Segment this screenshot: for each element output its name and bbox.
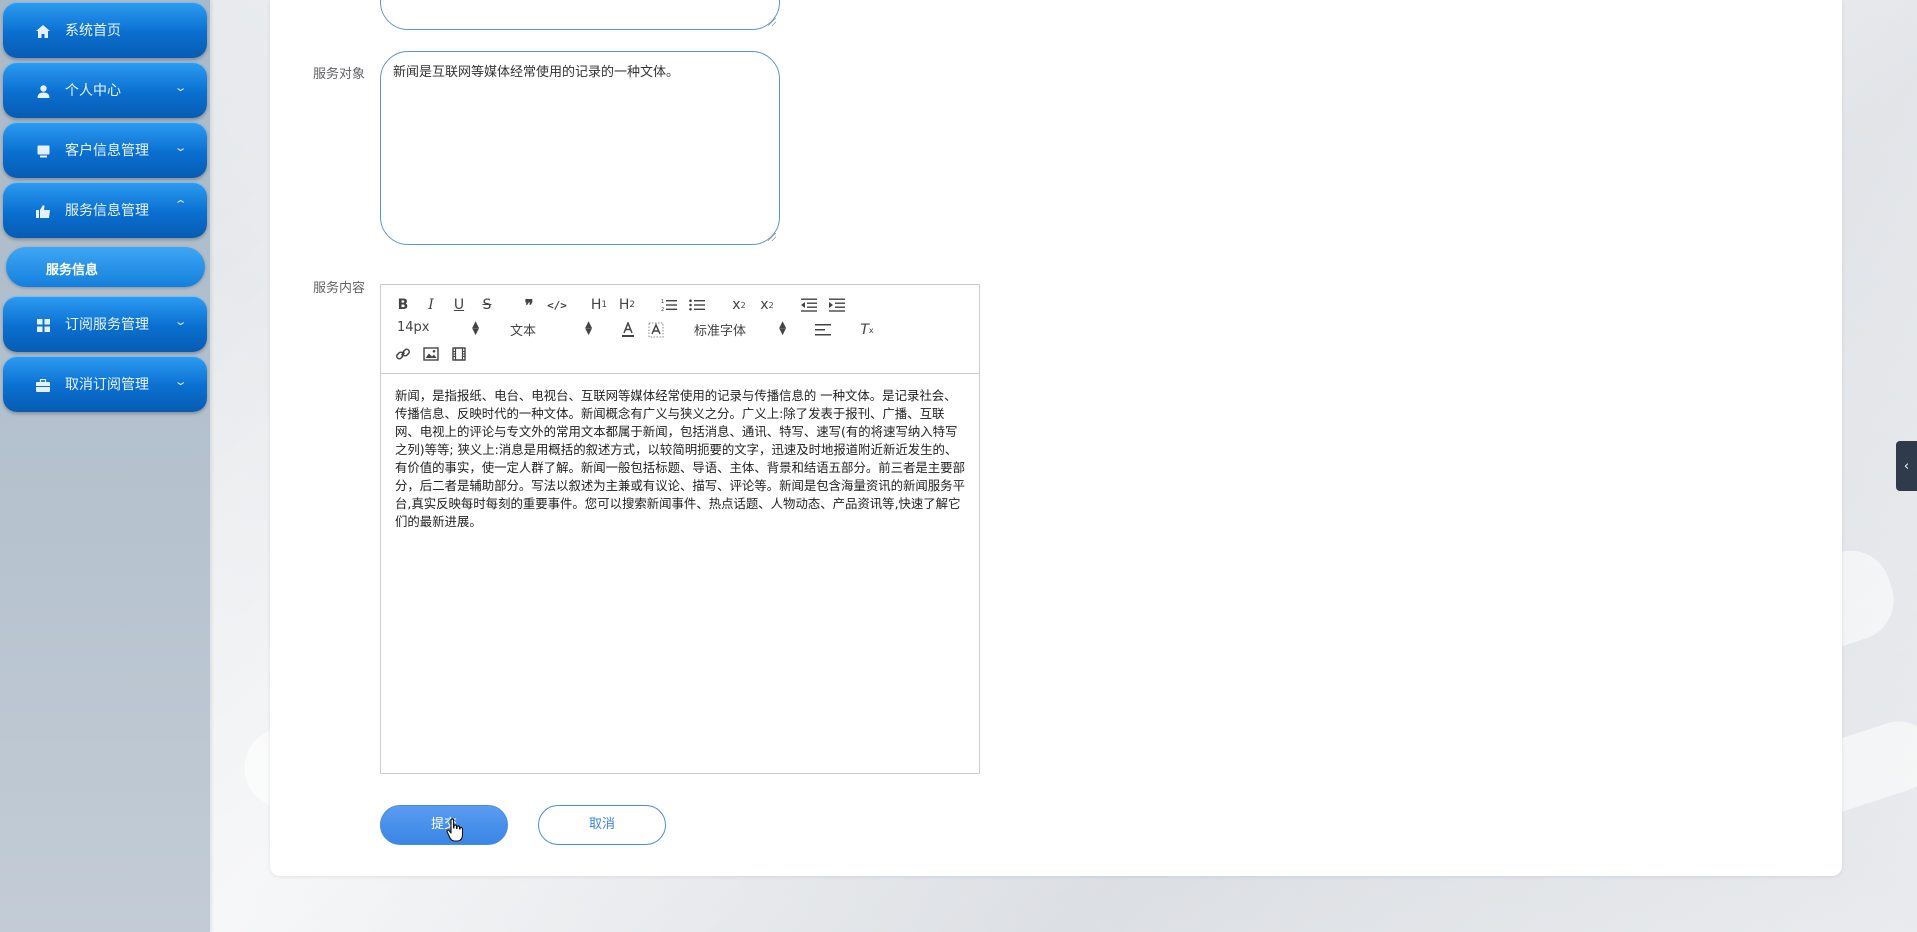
subscript-icon[interactable]: x2 [728,295,750,315]
font-size-value: 14px [397,320,430,335]
font-family-value: 标准字体 [694,324,747,339]
sidebar-item-label: 系统首页 [65,23,121,39]
ordered-list-icon[interactable]: 12 [658,295,680,315]
chevron-down-icon: ⌄ [173,81,188,94]
thumbs-up-icon [35,203,51,219]
text-color-icon[interactable] [617,320,639,340]
sidebar-item-label: 客户信息管理 [65,143,149,159]
sidebar: 系统首页 个人中心 ⌄ 客户信息管理 ⌄ 服务信息管理 ⌃ 服务信息 订阅服务管… [0,0,210,932]
video-icon[interactable] [448,344,470,364]
cancel-button-label: 取消 [588,817,615,832]
select-arrows-icon: ▲ ▼ [585,320,592,337]
superscript-icon[interactable]: x2 [756,295,778,315]
resize-grip-icon [768,233,776,241]
user-icon [35,83,51,99]
editor-toolbar: B I U S ❞ </> H1 H2 12 x2 x2 14px ▲ ▼ 文本 … [381,285,979,374]
blockquote-icon[interactable]: ❞ [518,295,540,315]
cancel-button[interactable]: 取消 [538,805,666,845]
submit-button[interactable]: 提交 [380,805,508,845]
background-color-icon[interactable] [645,320,667,340]
font-size-select[interactable]: 14px ▲ ▼ [397,320,479,340]
previous-textarea[interactable] [380,0,780,30]
service-target-value: 新闻是互联网等媒体经常使用的记录的一种文体。 [393,65,680,80]
home-icon [35,23,51,39]
chevron-left-icon: ‹ [1903,458,1910,474]
sidebar-item-profile[interactable]: 个人中心 ⌄ [3,62,207,118]
image-icon[interactable] [420,344,442,364]
rich-text-editor[interactable]: B I U S ❞ </> H1 H2 12 x2 x2 14px ▲ ▼ 文本 … [380,284,980,774]
link-icon[interactable] [392,344,414,364]
select-arrows-icon: ▲ ▼ [472,320,479,337]
strikethrough-icon[interactable]: S [476,295,498,315]
bullet-list-icon[interactable] [686,295,708,315]
outdent-icon[interactable] [798,295,820,315]
service-target-label: 服务对象 [313,67,366,82]
sidebar-item-subscription[interactable]: 订阅服务管理 ⌄ [3,296,207,352]
chevron-up-icon: ⌃ [173,198,188,211]
code-block-icon[interactable]: </> [546,295,568,315]
sidebar-item-customer-info[interactable]: 客户信息管理 ⌄ [3,122,207,178]
sidebar-item-label: 服务信息管理 [65,203,149,219]
svg-text:2: 2 [661,307,664,312]
grid-icon [35,317,51,333]
font-family-select[interactable]: 标准字体 ▲ ▼ [694,320,786,340]
sidebar-subitem-service[interactable]: 服务信息 [6,247,205,287]
sidebar-item-home[interactable]: 系统首页 [3,2,207,58]
service-target-textarea[interactable]: 新闻是互联网等媒体经常使用的记录的一种文体。 [380,51,780,245]
underline-icon[interactable]: U [448,295,470,315]
select-arrows-icon: ▲ ▼ [779,320,786,337]
header-2-icon[interactable]: H2 [616,295,638,315]
svg-text:1: 1 [661,299,664,305]
header-1-icon[interactable]: H1 [588,295,610,315]
sidebar-item-label: 取消订阅管理 [65,377,149,393]
block-type-select[interactable]: 文本 ▲ ▼ [510,320,592,340]
sidebar-item-unsubscribe[interactable]: 取消订阅管理 ⌄ [3,356,207,412]
chevron-down-icon: ⌄ [173,141,188,154]
briefcase-icon [35,377,51,393]
sidebar-item-service-info[interactable]: 服务信息管理 ⌃ [3,182,207,238]
service-content-label: 服务内容 [313,281,366,296]
sidebar-subitem-label: 服务信息 [46,263,99,278]
editor-content[interactable]: 新闻，是指报纸、电台、电视台、互联网等媒体经常使用的记录与传播信息的 一种文体。… [395,387,967,531]
chevron-down-icon: ⌄ [173,375,188,388]
sidebar-item-label: 个人中心 [65,83,121,99]
monitor-icon [35,143,51,159]
resize-grip-icon [768,18,776,26]
sidebar-item-label: 订阅服务管理 [65,317,149,333]
chevron-down-icon: ⌄ [173,315,188,328]
italic-icon[interactable]: I [420,295,442,315]
bold-icon[interactable]: B [392,295,414,315]
clear-format-icon[interactable]: Tx [856,320,878,340]
align-icon[interactable] [812,320,834,340]
collapse-panel-toggle[interactable]: ‹ [1896,441,1917,491]
block-type-value: 文本 [510,324,537,339]
indent-icon[interactable] [826,295,848,315]
hand-cursor-icon [446,818,464,842]
